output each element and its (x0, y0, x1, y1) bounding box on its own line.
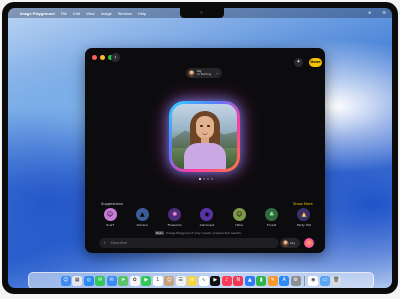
page-dot[interactable] (211, 178, 213, 180)
news-icon[interactable]: N (233, 275, 244, 286)
astronaut-icon: ◉ (200, 208, 214, 221)
suggestion-volcano[interactable]: ▲ Volcano (131, 208, 153, 227)
back-button[interactable]: ‹ (111, 53, 120, 62)
suggestion-label: Hiker (235, 223, 244, 227)
done-button[interactable]: Done (309, 58, 322, 67)
camera-notch (180, 8, 224, 18)
lightbulb-icon: ✧ (103, 240, 107, 245)
prompt-input[interactable] (111, 239, 261, 247)
party-hat-icon: ▲ (297, 208, 311, 221)
contacts-icon[interactable]: ☺ (164, 275, 175, 286)
photos-icon[interactable]: ✿ (129, 275, 140, 286)
dock-separator (304, 275, 305, 286)
chevron-left-icon: ‹ (114, 54, 117, 61)
image-playground-icon[interactable]: ◉ (308, 275, 319, 286)
show-more-link[interactable]: Show More (293, 202, 313, 206)
menu-view[interactable]: View (86, 11, 95, 16)
menu-window[interactable]: Window (118, 11, 132, 16)
safari-icon[interactable]: ◎ (83, 275, 94, 286)
chevron-down-icon: ⌄ (215, 70, 219, 75)
person-avatar (188, 69, 195, 77)
freeform-icon[interactable]: ∿ (198, 275, 209, 286)
notes-icon[interactable]: ≡ (187, 275, 198, 286)
page-indicator[interactable] (199, 178, 213, 180)
maps-icon[interactable]: ➤ (118, 275, 129, 286)
launchpad-icon[interactable]: ▦ (72, 275, 83, 286)
suggestion-hiker[interactable]: ☺ Hiker (228, 208, 250, 227)
pages-icon[interactable]: ✎ (267, 275, 278, 286)
keynote-icon[interactable]: ▲ (244, 275, 255, 286)
app-store-icon[interactable]: A (279, 275, 290, 286)
portrait-face (196, 116, 214, 139)
close-button[interactable] (92, 55, 97, 60)
portrait-eye (200, 125, 203, 127)
generated-image (172, 104, 237, 169)
finder-icon[interactable]: ☺ (60, 275, 71, 286)
tv-icon[interactable]: ▶ (210, 275, 221, 286)
menu-image[interactable]: Image (101, 11, 112, 16)
suggestion-astronaut[interactable]: ◉ Astronaut (196, 208, 218, 227)
suggestions-row: ☺ Scarf ▲ Volcano ✺ Fireworks ◉ Astronau… (99, 208, 315, 227)
mail-icon[interactable]: ✉ (106, 275, 117, 286)
menu-extras: ≋ ☰ (362, 10, 386, 15)
wifi-icon[interactable]: ≋ (368, 10, 371, 15)
suggestion-forest[interactable]: ♣ Forest (261, 208, 283, 227)
image-canvas[interactable] (169, 101, 240, 172)
person-chip-text: Lily Lil Painting (197, 70, 211, 76)
page-dot[interactable] (207, 178, 209, 180)
messages-icon[interactable]: ✉ (95, 275, 106, 286)
suggestion-scarf[interactable]: ☺ Scarf (99, 208, 121, 227)
beta-badge: Beta (155, 231, 164, 235)
page-dot[interactable] (199, 178, 201, 180)
hiker-icon: ☺ (232, 208, 246, 221)
disclaimer: Beta Image Playground may create unexpect… (155, 231, 242, 235)
settings-icon[interactable]: ⚙ (290, 275, 301, 286)
desktop: Image Playground File Edit View Image Wi… (8, 8, 392, 288)
laptop-bezel: Image Playground File Edit View Image Wi… (2, 2, 398, 294)
facetime-icon[interactable]: ▶ (141, 275, 152, 286)
suggestion-label: Astronaut (199, 223, 215, 227)
downloads-folder-icon[interactable]: ▭ (319, 275, 330, 286)
suggestions-label: Suggestions (101, 202, 123, 206)
person-selector[interactable]: Lily Lil Painting ⌄ (186, 68, 222, 78)
suggestion-label: Party Hat (297, 223, 311, 227)
calendar-icon[interactable]: 1 (152, 275, 163, 286)
portrait-shirt (184, 143, 226, 169)
suggestion-party-hat[interactable]: ▲ Party Hat (293, 208, 315, 227)
person-button-label: Lily (290, 241, 296, 245)
sparkle-icon: ✦ (296, 59, 301, 65)
forest-icon: ♣ (265, 208, 279, 221)
minimize-button[interactable] (100, 55, 105, 60)
style-button[interactable] (304, 238, 314, 248)
numbers-icon[interactable]: ▮ (256, 275, 267, 286)
suggestion-fireworks[interactable]: ✺ Fireworks (164, 208, 186, 227)
suggestion-label: Scarf (106, 223, 114, 227)
image-playground-window: ‹ Lily Lil Painting ⌄ ✦ Done Suggestions… (85, 48, 325, 253)
menu-edit[interactable]: Edit (73, 11, 80, 16)
scarf-icon: ☺ (103, 208, 117, 221)
disclaimer-text: Image Playground may create unexpected r… (165, 231, 242, 235)
dock: ☺ ▦ ◎ ✉ ✉ ➤ ✿ ▶ 1 ☺ ☰ ≡ ∿ ▶ ♪ N ▲ ▮ ✎ A ⚙ ◉ ▭ 🗑 (28, 272, 374, 288)
control-center-icon[interactable]: ☰ (382, 10, 386, 15)
person-avatar (281, 239, 289, 247)
volcano-icon: ▲ (135, 208, 149, 221)
portrait-eye (207, 125, 210, 127)
trash-icon[interactable]: 🗑 (331, 275, 342, 286)
fireworks-icon: ✺ (168, 208, 182, 221)
prompt-field[interactable]: ✧ (99, 238, 279, 248)
suggestion-label: Forest (267, 223, 277, 227)
menu-help[interactable]: Help (138, 11, 146, 16)
camera-icon (200, 11, 203, 14)
style-menu-button[interactable]: ✦ (294, 58, 303, 67)
person-caption: Lil Painting (197, 73, 212, 76)
suggestion-label: Fireworks (167, 223, 182, 227)
reminders-icon[interactable]: ☰ (175, 275, 186, 286)
menu-file[interactable]: File (61, 11, 67, 16)
person-button[interactable]: Lily (280, 238, 300, 248)
music-icon[interactable]: ♪ (221, 275, 232, 286)
page-dot[interactable] (203, 178, 205, 180)
suggestion-label: Volcano (136, 223, 149, 227)
menu-app-name[interactable]: Image Playground (20, 11, 55, 16)
window-controls (92, 55, 113, 60)
